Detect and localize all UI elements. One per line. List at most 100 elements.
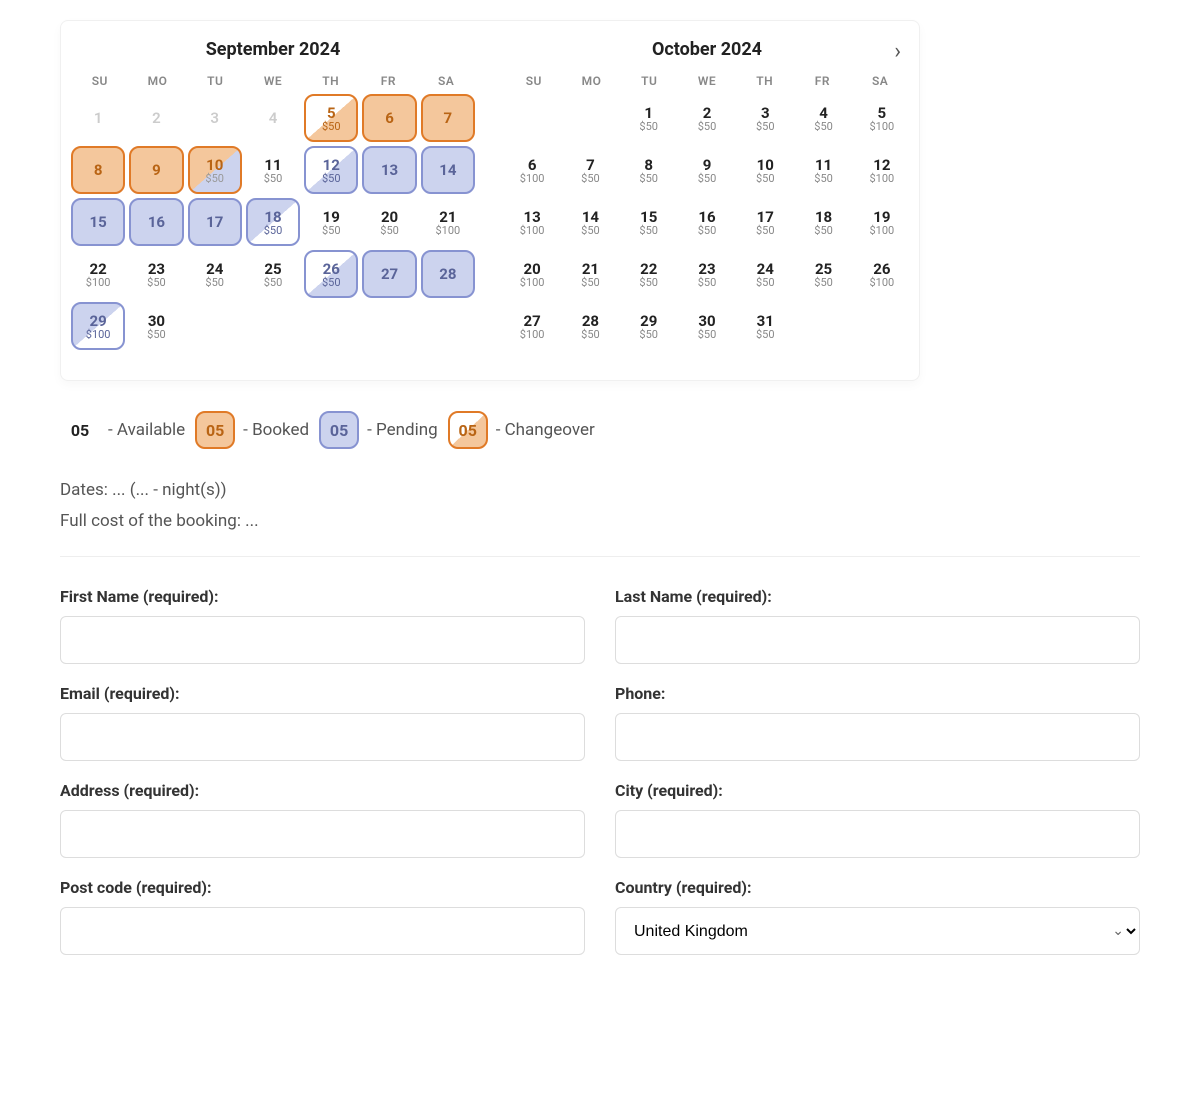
address-label: Address (required): [60,781,585,800]
day-price: $100 [86,328,111,341]
phone-input[interactable] [615,713,1140,761]
calendar-day[interactable]: 29$100 [71,302,125,350]
weekday-label: MO [563,74,621,88]
city-label: City (required): [615,781,1140,800]
calendar-day[interactable]: 29$50 [622,302,676,350]
calendar-day[interactable]: 23$50 [680,250,734,298]
calendar-month: September 2024SUMOTUWETHFRSA12345$506789… [71,39,475,350]
calendar-day[interactable]: 24$50 [188,250,242,298]
calendar-day[interactable]: 3$50 [738,94,792,142]
calendar-day[interactable]: 11$50 [796,146,850,194]
address-input[interactable] [60,810,585,858]
calendar-day[interactable]: 17$50 [738,198,792,246]
weekday-label: WE [678,74,736,88]
calendar-day[interactable]: 6$100 [505,146,559,194]
weekday-label: SU [505,74,563,88]
day-price: $50 [264,224,283,237]
calendar-day[interactable]: 8$50 [622,146,676,194]
calendar-day[interactable]: 5$50 [304,94,358,142]
email-input[interactable] [60,713,585,761]
day-price: $50 [581,172,600,185]
calendar-day[interactable]: 18$50 [796,198,850,246]
day-price: $50 [756,224,775,237]
calendar-day[interactable]: 26$100 [855,250,909,298]
day-price: $50 [756,276,775,289]
day-price: $50 [756,172,775,185]
chevron-right-icon: › [894,39,901,64]
calendar-day[interactable]: 9$50 [680,146,734,194]
calendar-day[interactable]: 21$100 [421,198,475,246]
calendar-day[interactable]: 1$50 [622,94,676,142]
calendar-day[interactable]: 30$50 [129,302,183,350]
calendar-day[interactable]: 15 [71,198,125,246]
calendar-day[interactable]: 21$50 [563,250,617,298]
calendar-day[interactable]: 23$50 [129,250,183,298]
calendar-day[interactable]: 11$50 [246,146,300,194]
day-price: $100 [869,120,894,133]
day-price: $50 [756,120,775,133]
calendar-day[interactable]: 22$100 [71,250,125,298]
calendar-day[interactable]: 15$50 [622,198,676,246]
calendar-day[interactable]: 12$100 [855,146,909,194]
country-select[interactable]: United Kingdom [615,907,1140,955]
calendar-day[interactable]: 20$50 [362,198,416,246]
calendar-day[interactable]: 8 [71,146,125,194]
calendar-day[interactable]: 20$100 [505,250,559,298]
calendar-day[interactable]: 16$50 [680,198,734,246]
first-name-input[interactable] [60,616,585,664]
day-number: 1 [94,109,103,127]
city-input[interactable] [615,810,1140,858]
calendar-day[interactable]: 25$50 [796,250,850,298]
day-price: $50 [698,224,717,237]
calendar-day[interactable]: 12$50 [304,146,358,194]
last-name-input[interactable] [615,616,1140,664]
calendar-day[interactable]: 7$50 [563,146,617,194]
calendar-legend: 05 - Available 05 - Booked 05 - Pending … [60,411,920,449]
day-price: $100 [520,172,545,185]
calendar-day[interactable]: 28 [421,250,475,298]
day-price: $50 [698,172,717,185]
calendar-day[interactable]: 2$50 [680,94,734,142]
weekday-label: SA [851,74,909,88]
day-number: 14 [439,161,456,179]
calendar-day[interactable]: 13 [362,146,416,194]
calendar-day[interactable]: 10$50 [188,146,242,194]
calendar-day[interactable]: 9 [129,146,183,194]
month-title: September 2024 [71,39,475,60]
calendar-day[interactable]: 24$50 [738,250,792,298]
postcode-input[interactable] [60,907,585,955]
weekday-label: WE [244,74,302,88]
day-number: 15 [90,213,107,231]
calendar-day[interactable]: 28$50 [563,302,617,350]
calendar-day[interactable]: 31$50 [738,302,792,350]
calendar-day[interactable]: 30$50 [680,302,734,350]
postcode-label: Post code (required): [60,878,585,897]
calendar-day[interactable]: 27$100 [505,302,559,350]
day-price: $50 [264,276,283,289]
calendar-day[interactable]: 4$50 [796,94,850,142]
calendar-day[interactable]: 14 [421,146,475,194]
next-month-button[interactable]: › [894,39,901,64]
day-number: 27 [381,265,398,283]
calendar-day[interactable]: 6 [362,94,416,142]
calendar-day[interactable]: 13$100 [505,198,559,246]
day-number: 28 [439,265,456,283]
calendar-day[interactable]: 17 [188,198,242,246]
day-price: $50 [322,224,341,237]
weekday-label: TU [620,74,678,88]
calendar-day[interactable]: 14$50 [563,198,617,246]
calendar-day[interactable]: 19$100 [855,198,909,246]
calendar-day[interactable]: 27 [362,250,416,298]
country-label: Country (required): [615,878,1140,897]
day-price: $50 [814,172,833,185]
calendar-day[interactable]: 16 [129,198,183,246]
calendar-day[interactable]: 5$100 [855,94,909,142]
calendar-day[interactable]: 10$50 [738,146,792,194]
calendar-day[interactable]: 22$50 [622,250,676,298]
calendar-day[interactable]: 19$50 [304,198,358,246]
calendar-day[interactable]: 18$50 [246,198,300,246]
day-price: $50 [205,276,224,289]
calendar-day[interactable]: 25$50 [246,250,300,298]
calendar-day[interactable]: 26$50 [304,250,358,298]
calendar-day[interactable]: 7 [421,94,475,142]
